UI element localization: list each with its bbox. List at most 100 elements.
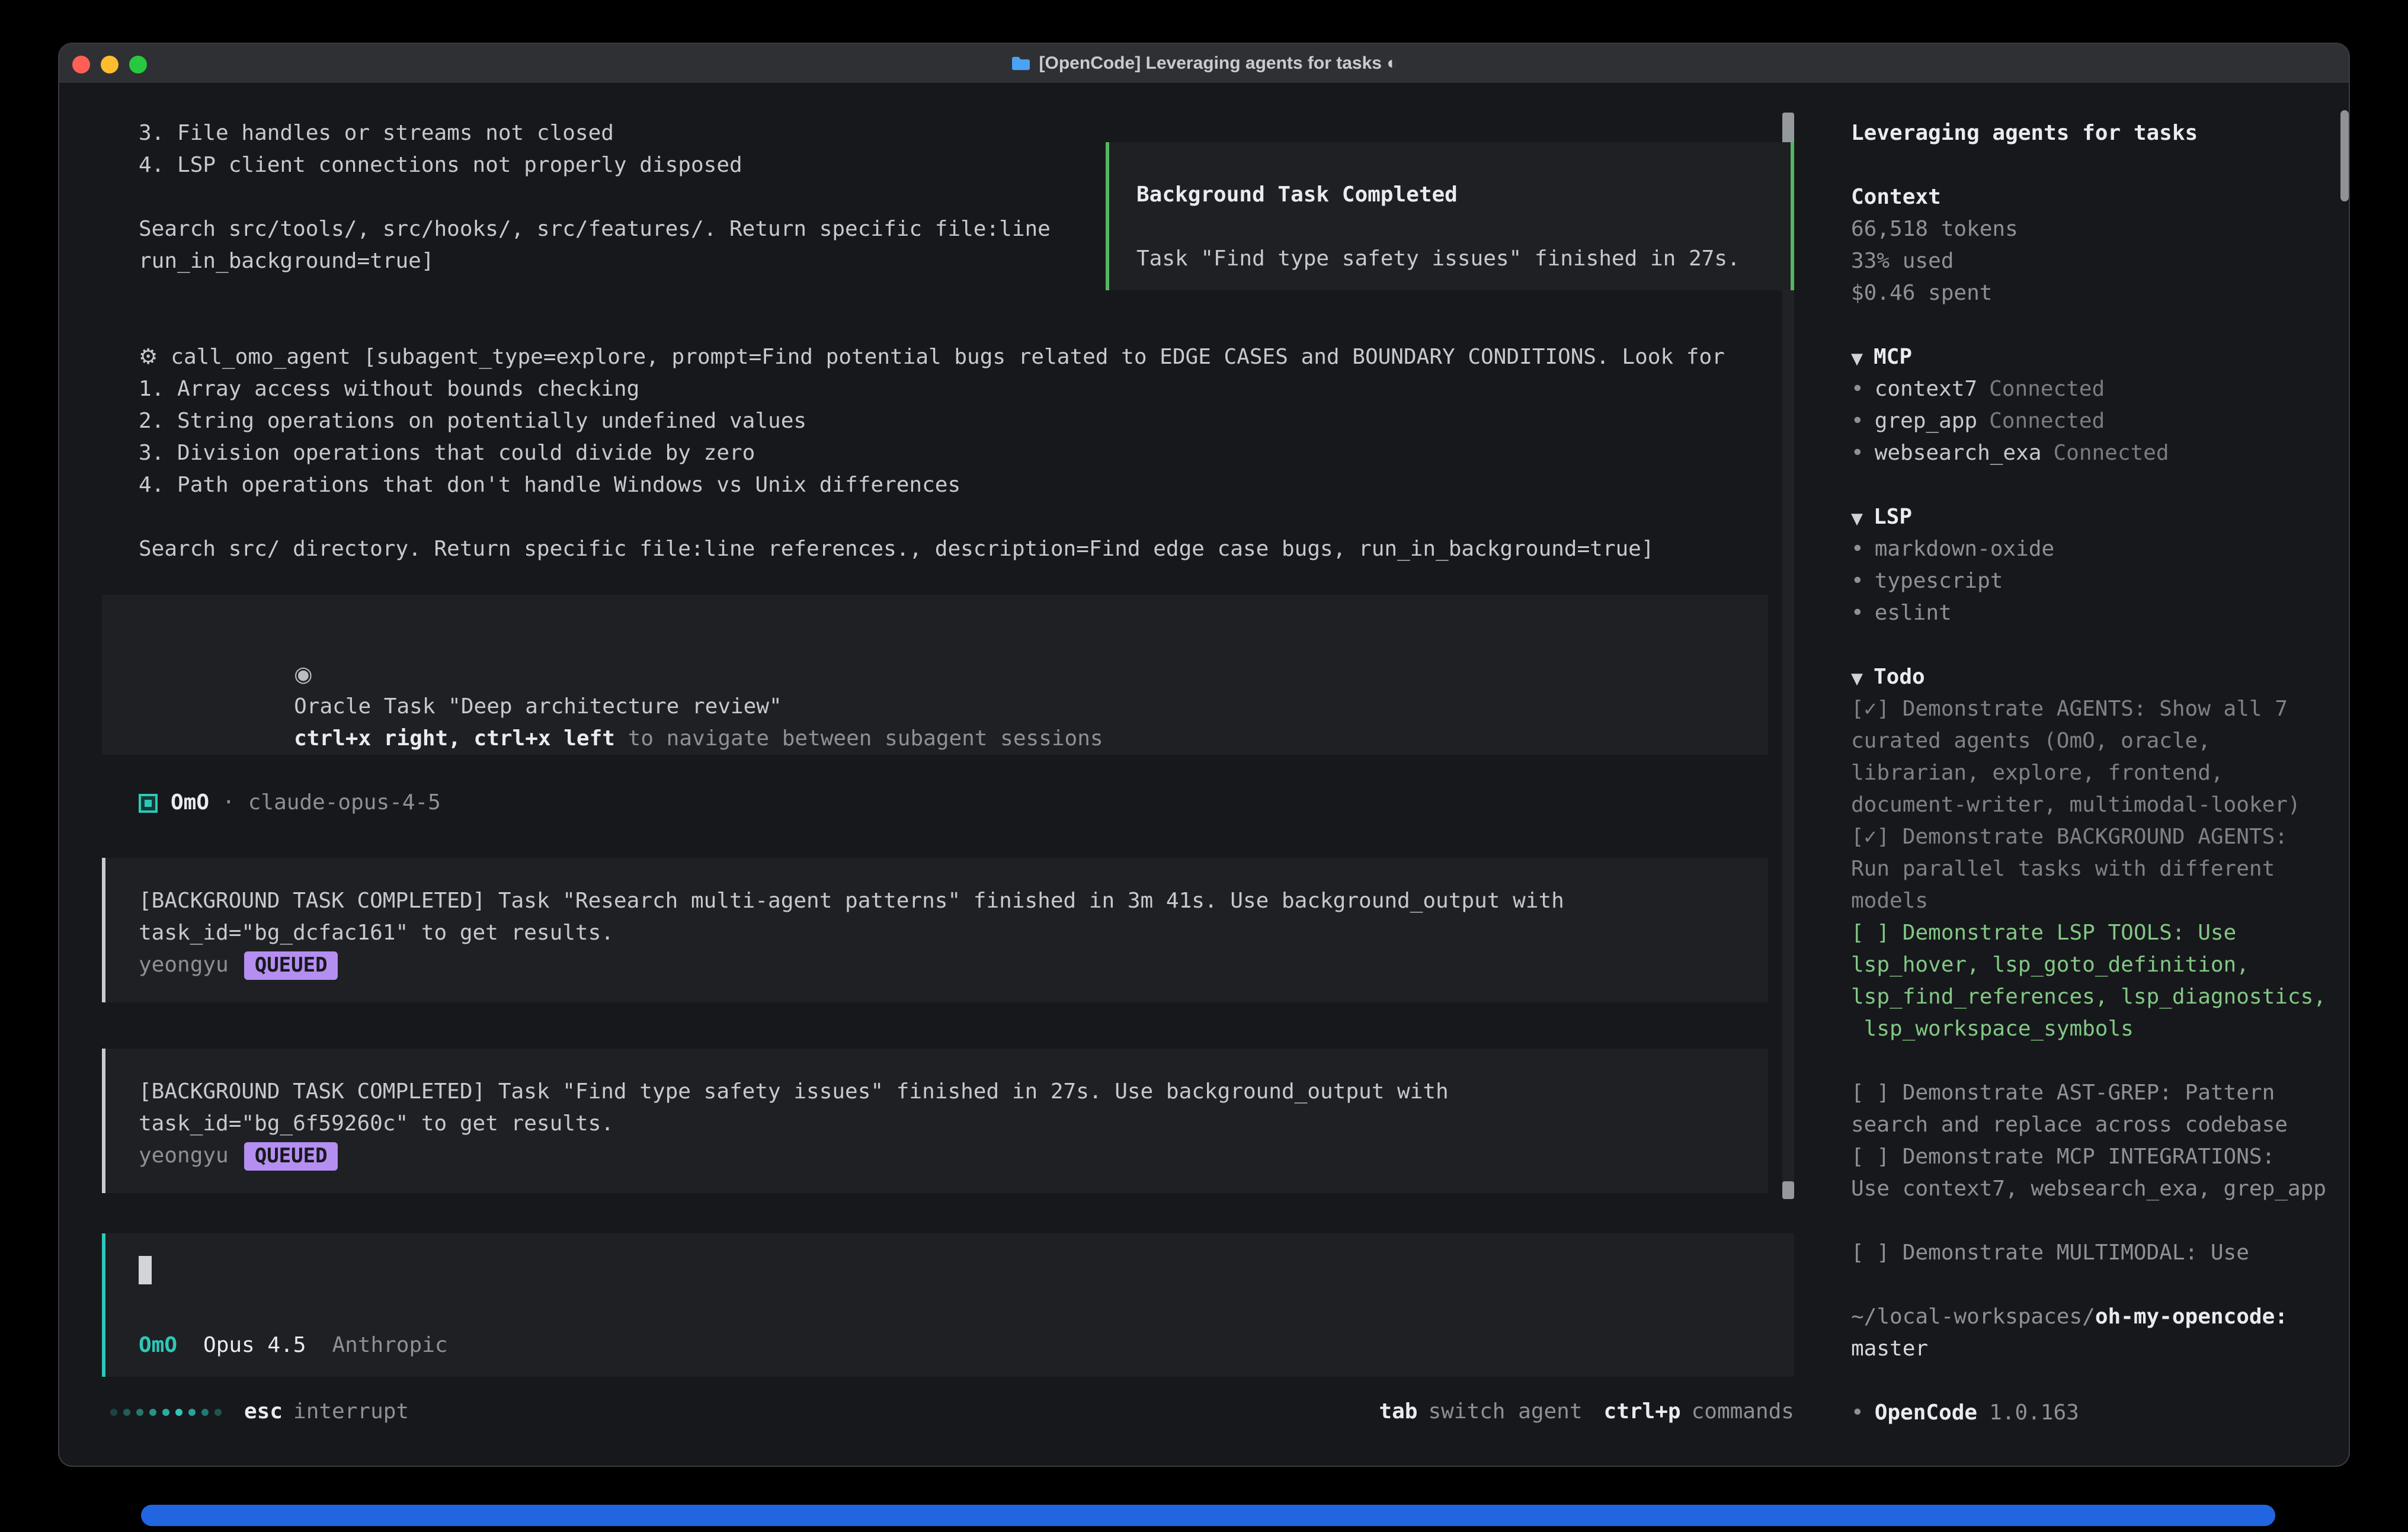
terminal-line: 4. Path operations that don't handle Win… [139, 469, 1779, 501]
context-spent: $0.46 spent [1851, 277, 2350, 309]
agent-square-icon [139, 793, 158, 812]
todo-line: librarian, explore, frontend, [1851, 757, 2350, 789]
workspace-branch: master [1851, 1333, 2350, 1365]
terminal-line: 3. Division operations that could divide… [139, 437, 1779, 469]
todo-line: document-writer, multimodal-looker) [1851, 789, 2350, 821]
toast-title: Background Task Completed [1136, 179, 1791, 211]
bullet-icon: • [1851, 409, 1864, 434]
desktop-background: [OpenCode] Leveraging agents for tasks ◐… [0, 0, 2408, 1532]
gear-icon: ⚙ [139, 341, 158, 373]
mcp-item: • websearch_exa Connected [1851, 437, 2350, 469]
todo-item-pending: [ ] Demonstrate MULTIMODAL: Use [1851, 1237, 2350, 1269]
mcp-status: Connected [2053, 441, 2169, 466]
mcp-status: Connected [1989, 409, 2105, 434]
lsp-heading-label: LSP [1874, 505, 1912, 530]
oracle-title: Oracle Task "Deep architecture review" [294, 694, 782, 719]
esc-label: interrupt [293, 1396, 409, 1428]
todo-heading-label: Todo [1874, 665, 1925, 690]
ctrlp-label: commands [1692, 1396, 1794, 1428]
prompt-input[interactable]: OmO Opus 4.5 Anthropic [102, 1233, 1794, 1377]
terminal-window: [OpenCode] Leveraging agents for tasks ◐… [58, 43, 2350, 1467]
tool-call-text: call_omo_agent [subagent_type=explore, p… [171, 341, 1725, 373]
todo-line: [ ] Demonstrate LSP TOOLS: Use [1851, 917, 2350, 949]
context-heading: Context [1851, 181, 2350, 213]
spinner-dots [110, 1408, 228, 1415]
bullet-icon: • [1851, 569, 1864, 594]
mcp-heading-label: MCP [1874, 345, 1912, 370]
text-cursor [139, 1256, 152, 1284]
lsp-item: • markdown-oxide [1851, 533, 2350, 565]
esc-key: esc [244, 1396, 283, 1428]
terminal-line: 1. Array access without bounds checking [139, 373, 1779, 405]
model-info-row: OmO Opus 4.5 Anthropic [139, 1329, 1794, 1361]
agent-header: OmO · claude-opus-4-5 [139, 787, 441, 819]
todo-line: [ ] Demonstrate AST-GREP: Pattern [1851, 1077, 2350, 1109]
chevron-down-icon: ▼ [1851, 671, 1863, 688]
agent-model: claude-opus-4-5 [248, 787, 441, 819]
todo-item-pending: [ ] Demonstrate MCP INTEGRATIONS: Use co… [1851, 1141, 2350, 1205]
todo-line: [ ] Demonstrate MULTIMODAL: Use [1851, 1237, 2350, 1269]
message-block: [BACKGROUND TASK COMPLETED] Task "Resear… [102, 858, 1768, 1002]
workspace-repo: oh-my-opencode: [2095, 1305, 2288, 1329]
background-blue-strip [141, 1505, 2275, 1526]
bullet-icon: • [1851, 537, 1864, 562]
mcp-name: context7 [1875, 377, 1977, 402]
tool-call-line: ⚙ call_omo_agent [subagent_type=explore,… [139, 341, 1779, 373]
toast-notification: Background Task Completed Task "Find typ… [1106, 142, 1794, 290]
message-line: [BACKGROUND TASK COMPLETED] Task "Find t… [139, 1076, 1768, 1108]
esc-hint: esc interrupt [244, 1396, 409, 1428]
folder-icon [1011, 56, 1031, 71]
terminal-line: 2. String operations on potentially unde… [139, 405, 1779, 437]
app-version: 1.0.163 [1989, 1400, 2079, 1425]
message-line: task_id="bg_6f59260c" to get results. [139, 1108, 1768, 1140]
mcp-item: •context7Connected [1851, 373, 2350, 405]
app-name: OpenCode [1875, 1400, 1977, 1425]
lsp-name: eslint [1875, 601, 1952, 626]
todo-item-pending: [ ] Demonstrate AST-GREP: Pattern search… [1851, 1077, 2350, 1141]
minimize-window-button[interactable] [101, 55, 119, 73]
app-version-line: • OpenCode 1.0.163 [1851, 1397, 2350, 1429]
message-author: yeongyu [139, 949, 229, 981]
bullet-icon: • [1851, 1400, 1864, 1425]
status-badge: QUEUED [244, 1142, 338, 1170]
window-title-text: [OpenCode] Leveraging agents for tasks ◐ [1039, 47, 1398, 79]
conversation-pane: 3. File handles or streams not closed 4.… [59, 84, 1826, 1467]
todo-line: search and replace across codebase [1851, 1109, 2350, 1141]
mcp-name: websearch_exa [1875, 441, 2042, 466]
todo-line: [ ] Demonstrate MCP INTEGRATIONS: [1851, 1141, 2350, 1173]
traffic-lights [72, 44, 147, 84]
sidebar: Leveraging agents for tasks Context 66,5… [1826, 84, 2350, 1467]
mcp-section-heading[interactable]: ▼ MCP [1851, 341, 2350, 373]
todo-line: Run parallel tasks with different [1851, 853, 2350, 885]
lsp-item: •typescript [1851, 565, 2350, 597]
record-dot-icon: ◉ [294, 662, 312, 687]
todo-line: lsp_find_references, lsp_diagnostics, [1851, 981, 2350, 1013]
toast-body: Task "Find type safety issues" finished … [1136, 243, 1791, 275]
agent-name: OmO [171, 787, 209, 819]
workspace-path-line: ~/local-workspaces/oh-my-opencode: [1851, 1301, 2350, 1333]
lsp-item: • eslint [1851, 597, 2350, 629]
oracle-hint-text: to navigate between subagent sessions [615, 726, 1103, 751]
sidebar-scrollbar[interactable] [2340, 110, 2349, 201]
close-window-button[interactable] [72, 55, 90, 73]
lsp-name: markdown-oxide [1875, 537, 2054, 562]
tab-hint: tab switch agent [1379, 1396, 1582, 1428]
message-block: [BACKGROUND TASK COMPLETED] Task "Find t… [102, 1049, 1768, 1193]
chevron-down-icon: ▼ [1851, 511, 1863, 528]
bullet-icon: • [1851, 601, 1864, 626]
chevron-down-icon: ▼ [1851, 351, 1863, 368]
input-model-name: Opus 4.5 [203, 1329, 306, 1361]
scrollbar-thumb[interactable] [1782, 1181, 1794, 1199]
workspace-path: ~/local-workspaces/ [1851, 1305, 2095, 1329]
zoom-window-button[interactable] [129, 55, 147, 73]
ctrlp-key: ctrl+p [1604, 1396, 1681, 1428]
message-line: [BACKGROUND TASK COMPLETED] Task "Resear… [139, 885, 1768, 917]
lsp-section-heading[interactable]: ▼ LSP [1851, 501, 2350, 533]
message-author: yeongyu [139, 1140, 229, 1172]
todo-item-done: [✓] Demonstrate BACKGROUND AGENTS: Run p… [1851, 821, 2350, 917]
terminal-line: Search src/ directory. Return specific f… [139, 533, 1779, 565]
context-used: 33% used [1851, 245, 2350, 277]
bullet-icon: • [1851, 441, 1864, 466]
oracle-title-line: ◉ Oracle Task "Deep architecture review" [140, 627, 1768, 659]
todo-section-heading[interactable]: ▼ Todo [1851, 661, 2350, 693]
